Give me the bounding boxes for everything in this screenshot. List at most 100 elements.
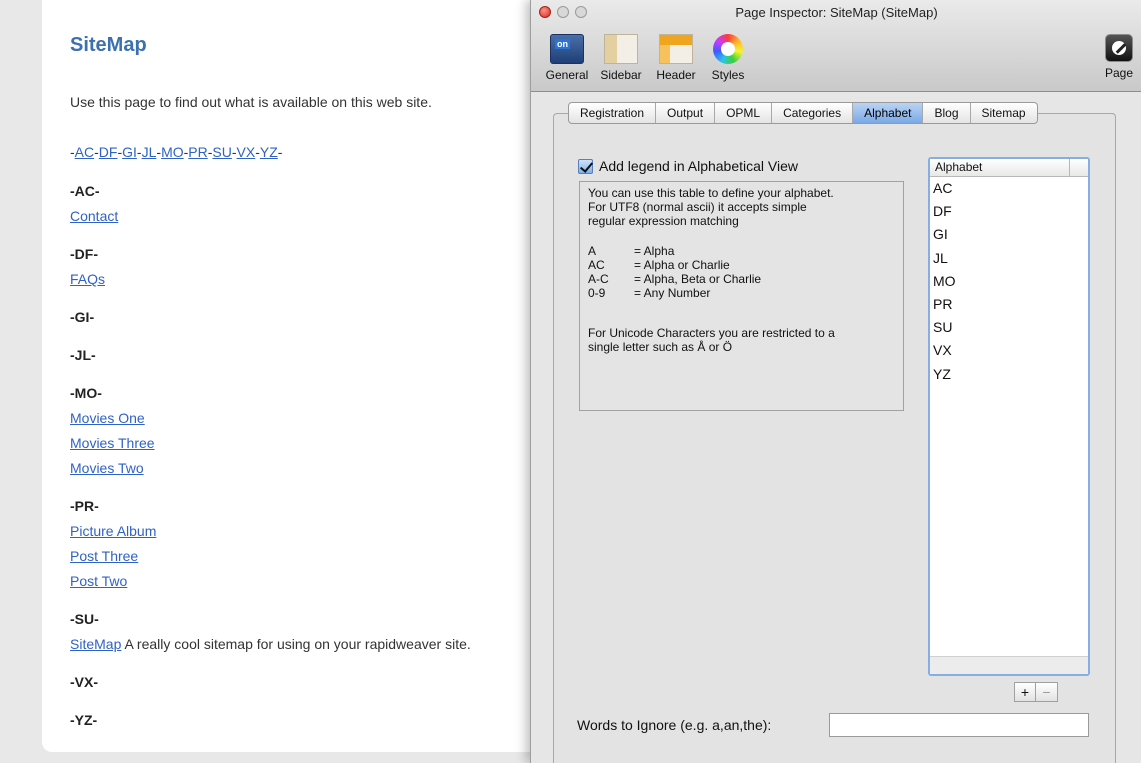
alphabet-help-text: You can use this table to define your al…	[579, 181, 904, 411]
inspector-tab-bar: Registration Output OPML Categories Alphabet…	[568, 102, 1038, 124]
section-heading: -AC-	[70, 183, 100, 199]
section-heading: -YZ-	[70, 712, 98, 728]
page-link[interactable]: FAQs	[70, 271, 105, 287]
alphabet-list-item[interactable]: AC	[930, 177, 1088, 200]
regex-example-row: AC = Alpha or Charlie	[588, 258, 761, 272]
alphabet-list-item[interactable]: YZ	[930, 363, 1088, 386]
page-link[interactable]: Movies Two	[70, 460, 144, 476]
sitemap-section: -DF- FAQs	[70, 244, 560, 289]
alphabet-list-item[interactable]: DF	[930, 200, 1088, 223]
page-link[interactable]: Movies One	[70, 410, 145, 426]
toolbar-sidebar-button[interactable]: Sidebar	[593, 34, 649, 82]
intro-text: Use this page to find out what is availa…	[70, 94, 432, 110]
alphabet-link-gi[interactable]: GI	[122, 144, 137, 160]
page-link[interactable]: Post Three	[70, 548, 138, 564]
toolbar-page-button[interactable]: Page	[1097, 34, 1141, 80]
tab-sitemap[interactable]: Sitemap	[971, 103, 1037, 123]
section-heading: -JL-	[70, 347, 96, 363]
toolbar-styles-label: Styles	[711, 68, 745, 82]
regex-examples-table: A = Alpha AC = Alpha or Charlie A-C = Alpha, …	[588, 244, 761, 300]
window-title: Page Inspector: SiteMap (SiteMap)	[735, 5, 938, 20]
sitemap-section: -YZ-	[70, 710, 560, 730]
page-entry: Contact	[70, 206, 560, 226]
add-legend-label: Add legend in Alphabetical View	[599, 158, 799, 174]
toolbar-sidebar-label: Sidebar	[600, 68, 642, 82]
regex-example-row: A-C = Alpha, Beta or Charlie	[588, 272, 761, 286]
sitemap-section: -MO- Movies One Movies Three Movies Two	[70, 383, 560, 478]
sitemap-section: -JL-	[70, 345, 560, 365]
toolbar-general-label: General	[545, 68, 589, 82]
regex-pattern: A	[588, 244, 597, 258]
page-link[interactable]: Movies Three	[70, 435, 155, 451]
alphabet-link-mo[interactable]: MO	[161, 144, 184, 160]
alphabet-list-item[interactable]: PR	[930, 293, 1088, 316]
words-to-ignore-label: Words to Ignore (e.g. a,an,the):	[577, 717, 772, 733]
page-link[interactable]: Contact	[70, 208, 118, 224]
tab-registration[interactable]: Registration	[569, 103, 657, 123]
window-titlebar: Page Inspector: SiteMap (SiteMap) on Gen…	[531, 0, 1141, 92]
alphabet-link-jl[interactable]: JL	[142, 144, 157, 160]
add-legend-checkbox-row[interactable]: Add legend in Alphabetical View	[578, 158, 798, 174]
regex-meaning: = Any Number	[634, 286, 711, 300]
sitemap-section: -SU- SiteMap A really cool sitemap for us…	[70, 609, 560, 654]
alphabet-link-pr[interactable]: PR	[188, 144, 207, 160]
alphabet-list-item[interactable]: JL	[930, 247, 1088, 270]
page-entry: Picture Album	[70, 521, 560, 541]
general-icon: on	[550, 34, 584, 64]
page-entry: Post Three	[70, 546, 560, 566]
regex-meaning: = Alpha	[634, 244, 675, 258]
alphabet-link-vx[interactable]: VX	[237, 144, 256, 160]
alphabet-index-links: -AC-DF-GI-JL-MO-PR-SU-VX-YZ-	[70, 144, 283, 160]
section-heading: -VX-	[70, 674, 98, 690]
alphabet-link-df[interactable]: DF	[99, 144, 118, 160]
page-entry: FAQs	[70, 269, 560, 289]
regex-pattern: AC	[588, 258, 605, 272]
toolbar-header-label: Header	[656, 68, 696, 82]
page-entry: Movies One	[70, 408, 560, 428]
alphabet-column-header[interactable]: Alphabet	[930, 159, 1088, 177]
page-link[interactable]: Picture Album	[70, 523, 156, 539]
page-link[interactable]: SiteMap	[70, 636, 121, 652]
section-heading: -SU-	[70, 611, 99, 627]
tab-opml[interactable]: OPML	[715, 103, 773, 123]
toolbar-header-button[interactable]: Header	[649, 34, 703, 82]
alphabet-items: AC DF GI JL MO PR SU VX YZ	[930, 177, 1088, 386]
page-entry: Movies Three	[70, 433, 560, 453]
alphabet-link-ac[interactable]: AC	[75, 144, 94, 160]
alphabet-link-su[interactable]: SU	[212, 144, 231, 160]
alphabet-list-item[interactable]: MO	[930, 270, 1088, 293]
color-wheel-icon	[713, 34, 743, 64]
regex-example-row: 0-9 = Any Number	[588, 286, 761, 300]
tab-categories[interactable]: Categories	[772, 103, 854, 123]
sidebar-icon	[604, 34, 638, 64]
section-heading: -MO-	[70, 385, 102, 401]
add-legend-checkbox[interactable]	[578, 158, 593, 174]
tab-output[interactable]: Output	[656, 103, 716, 123]
alphabet-list-item[interactable]: SU	[930, 316, 1088, 339]
remove-letter-button[interactable]: −	[1036, 682, 1058, 702]
regex-pattern: 0-9	[588, 286, 606, 300]
sitemap-section: -AC- Contact	[70, 181, 560, 226]
page-entry: Movies Two	[70, 458, 560, 478]
alphabet-link-yz[interactable]: YZ	[260, 144, 278, 160]
alphabet-list-table[interactable]: Alphabet AC DF GI JL MO PR SU VX YZ	[928, 157, 1090, 676]
tab-alphabet[interactable]: Alphabet	[853, 103, 924, 123]
words-to-ignore-input[interactable]	[829, 713, 1089, 737]
alphabet-list-item[interactable]: VX	[930, 339, 1088, 362]
sitemap-section: -VX-	[70, 672, 560, 692]
toolbar-general-button[interactable]: on General	[541, 34, 593, 82]
alphabet-list-item[interactable]: GI	[930, 223, 1088, 246]
add-letter-button[interactable]: +	[1014, 682, 1036, 702]
page-entry: Post Two	[70, 571, 560, 591]
sitemap-section: -PR- Picture Album Post Three Post Two	[70, 496, 560, 591]
regex-pattern: A-C	[588, 272, 609, 286]
list-edit-buttons: + −	[1014, 682, 1058, 702]
regex-meaning: = Alpha, Beta or Charlie	[634, 272, 762, 286]
section-heading: -PR-	[70, 498, 99, 514]
page-inspector-window: Page Inspector: SiteMap (SiteMap) on Gen…	[530, 0, 1141, 763]
page-link[interactable]: Post Two	[70, 573, 127, 589]
section-heading: -GI-	[70, 309, 95, 325]
toolbar-styles-button[interactable]: Styles	[703, 34, 753, 82]
toolbar-page-label: Page	[1104, 66, 1134, 80]
tab-blog[interactable]: Blog	[923, 103, 971, 123]
